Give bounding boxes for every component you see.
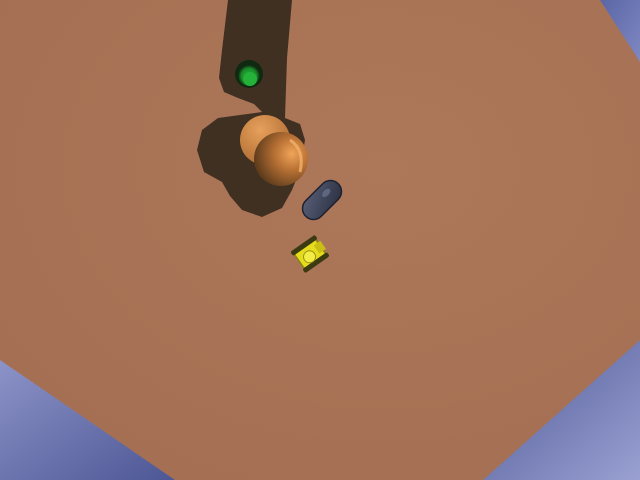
game-viewport[interactable] <box>0 0 640 480</box>
sand-ground <box>0 0 640 480</box>
green-hole-icon[interactable] <box>235 60 263 88</box>
